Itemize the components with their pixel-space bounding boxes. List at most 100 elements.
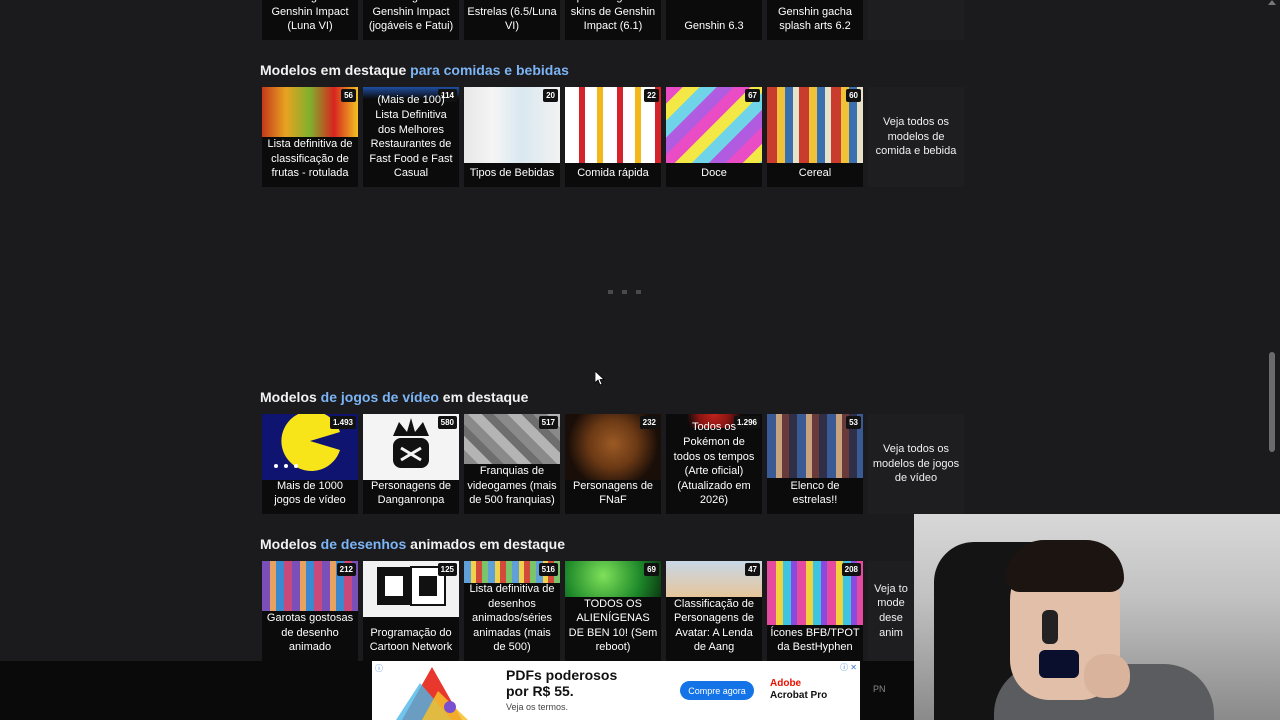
section-title-cartoons: Modelos de desenhos animados em destaque <box>260 536 565 552</box>
hair-shape <box>1006 540 1124 592</box>
section-title-text: Modelos em destaque <box>260 62 411 78</box>
card-caption: Programação do Cartoon Network <box>369 626 453 654</box>
template-count-badge: 53 <box>846 416 861 429</box>
section-title-link[interactable]: para comidas e bebidas <box>410 62 569 78</box>
template-card[interactable]: 517 Franquias de videogames (mais de 500… <box>464 414 560 514</box>
template-card[interactable]: 125 Programação do Cartoon Network <box>363 561 459 661</box>
loading-dot <box>622 290 627 294</box>
card-caption: TODOS OS ALIENÍGENAS DE BEN 10! (Sem reb… <box>568 597 658 654</box>
scrollbar-thumb[interactable] <box>1269 352 1275 452</box>
ad-headline: PDFs poderosos por R$ 55. <box>506 667 618 699</box>
card-caption: Ícones BFB/TPOT da BestHyphen <box>770 626 860 654</box>
template-count-badge: 20 <box>543 89 558 102</box>
section-title-games: Modelos de jogos de vídeo em destaque <box>260 389 528 405</box>
template-card[interactable]: Personagens de Genshin Impact (Luna VI) <box>262 0 358 40</box>
template-count-badge: 69 <box>644 563 659 576</box>
card-caption: Elenco de estrelas!! <box>790 479 840 507</box>
template-count-badge: 60 <box>846 89 861 102</box>
card-caption: Tipos de Bebidas <box>469 167 555 180</box>
template-card[interactable]: 20 Tipos de Bebidas <box>464 87 560 187</box>
card-caption: Personagens de FNaF <box>572 479 654 507</box>
hand-shape <box>1084 654 1130 698</box>
template-card[interactable]: 47 Classificação de Personagens de Avata… <box>666 561 762 661</box>
template-count-badge: 517 <box>538 416 558 429</box>
template-count-badge: 67 <box>745 89 760 102</box>
card-caption: Cereal <box>798 167 832 180</box>
card-caption: Todos os Pokémon de todos os tempos (Art… <box>673 421 755 507</box>
section-title-text: Modelos <box>260 389 321 405</box>
template-count-badge: 125 <box>437 563 457 576</box>
template-card[interactable]: 208 Ícones BFB/TPOT da BestHyphen <box>767 561 863 661</box>
loading-dot <box>608 290 613 294</box>
see-all-games-button[interactable]: Veja todos os modelos de jogos de vídeo <box>868 414 964 514</box>
template-card[interactable]: 60 Cereal <box>767 87 863 187</box>
section-title-text: animados em destaque <box>406 536 565 552</box>
template-count-badge: 1.493 <box>329 416 356 429</box>
card-caption: (Mais de 100) Lista Definitiva dos Melho… <box>369 94 453 180</box>
see-all-food-button[interactable]: Veja todos os modelos de comida e bebida <box>868 87 964 187</box>
mouse-cursor-icon <box>595 371 605 386</box>
bottom-label: PN <box>873 684 886 694</box>
loading-dot <box>636 290 641 294</box>
ad-terms-link[interactable]: Veja os termos. <box>506 702 568 712</box>
card-caption: Genshin 6.3 <box>684 20 744 33</box>
headset-icon <box>1042 610 1058 644</box>
template-count-badge: 516 <box>538 563 558 576</box>
template-card[interactable]: 1.493 Mais de 1000 jogos de vídeo <box>262 414 358 514</box>
buy-now-button[interactable]: Compre agora <box>680 681 754 700</box>
template-card[interactable]: 212 Garotas gostosas de desenho animado <box>262 561 358 661</box>
section-title-link[interactable]: de jogos de vídeo <box>321 389 439 405</box>
template-count-badge: 208 <box>841 563 861 576</box>
template-card[interactable]: Personagens de Genshin Impact (jogáveis … <box>363 0 459 40</box>
section-title-text: Modelos <box>260 536 321 552</box>
card-caption: Doce <box>701 167 727 180</box>
see-all-cartoons-button[interactable]: Veja to mode dese anim <box>868 561 914 661</box>
card-caption: Garotas gostosas de desenho animado <box>266 612 354 654</box>
section-title-link[interactable]: de desenhos <box>321 536 407 552</box>
section-title-food: Modelos em destaque para comidas e bebid… <box>260 62 569 78</box>
template-card[interactable]: 580 Personagens de Danganronpa <box>363 414 459 514</box>
card-caption: Personagens de Genshin Impact (Luna VI) <box>270 0 350 33</box>
template-card[interactable]: 53 Elenco de estrelas!! <box>767 414 863 514</box>
adobe-brand: Adobe Acrobat Pro <box>770 678 827 702</box>
template-count-badge: 212 <box>336 563 356 576</box>
template-card[interactable]: 516 Lista definitiva de desenhos animado… <box>464 561 560 661</box>
template-card[interactable]: 56 Lista definitiva de classificação de … <box>262 87 358 187</box>
template-card[interactable]: 1.296 Todos os Pokémon de todos os tempo… <box>666 414 762 514</box>
template-count-badge: 580 <box>437 416 457 429</box>
template-count-badge: 56 <box>341 89 356 102</box>
card-caption: Personagens de Danganronpa <box>370 479 452 507</box>
microphone-shape <box>1039 650 1079 678</box>
template-count-badge: 232 <box>639 416 659 429</box>
template-card[interactable]: 232 Personagens de FNaF <box>565 414 661 514</box>
card-caption: Mais de 1000 jogos de vídeo <box>274 479 346 507</box>
adchoices-icon[interactable]: ⓘ <box>375 663 383 674</box>
card-caption: Lista definitiva de classificação de fru… <box>267 138 353 180</box>
loading-indicator <box>608 290 641 294</box>
section-title-text: em destaque <box>438 389 529 405</box>
template-card[interactable]: 114 (Mais de 100) Lista Definitiva dos M… <box>363 87 459 187</box>
template-card[interactable]: 67 Doce <box>666 87 762 187</box>
scroll-up-icon[interactable] <box>1268 0 1276 5</box>
see-all-genshin[interactable] <box>868 0 964 40</box>
card-caption: Comida rápida <box>577 167 649 180</box>
card-caption: Personagens de Genshin Impact (jogáveis … <box>368 0 454 33</box>
ad-artwork <box>396 667 468 720</box>
template-count-badge: 22 <box>644 89 659 102</box>
adobe-logo-text: Adobe <box>770 678 802 689</box>
template-card[interactable]: Genshin gacha splash arts 6.2 <box>767 0 863 40</box>
template-card[interactable]: 22 Comida rápida <box>565 87 661 187</box>
adobe-ad-banner[interactable]: ⓘ ⓘ ✕ PDFs poderosos por R$ 55. Veja os … <box>372 661 860 720</box>
card-caption: personagens e skins de Genshin Impact (6… <box>570 0 656 33</box>
template-card[interactable]: personagens e skins de Genshin Impact (6… <box>565 0 661 40</box>
card-caption: Lista definitiva de desenhos animados/sé… <box>469 583 555 654</box>
card-caption: Genshin gacha splash arts 6.2 <box>778 5 852 33</box>
ad-close-icon[interactable]: ⓘ ✕ <box>840 662 857 673</box>
template-card[interactable]: Todos os 5 Estrelas (6.5/Luna VI) <box>464 0 560 40</box>
template-card[interactable]: Genshin 6.3 <box>666 0 762 40</box>
webcam-overlay <box>914 514 1280 720</box>
template-card[interactable]: 69 TODOS OS ALIENÍGENAS DE BEN 10! (Sem … <box>565 561 661 661</box>
card-caption: Classificação de Personagens de Avatar: … <box>673 597 755 654</box>
acrobat-pro-text: Acrobat Pro <box>770 690 828 701</box>
card-caption: Franquias de videogames (mais de 500 fra… <box>467 465 557 507</box>
